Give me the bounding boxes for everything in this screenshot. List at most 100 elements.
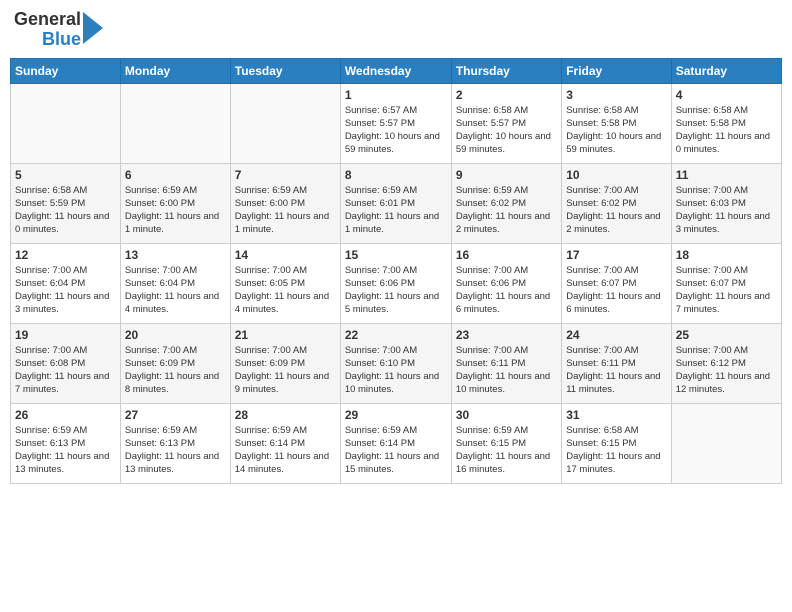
day-number: 22: [345, 328, 447, 342]
day-info: Sunrise: 6:58 AM Sunset: 5:59 PM Dayligh…: [15, 184, 116, 237]
day-number: 1: [345, 88, 447, 102]
day-number: 6: [125, 168, 226, 182]
day-info: Sunrise: 7:00 AM Sunset: 6:09 PM Dayligh…: [235, 344, 336, 397]
day-info: Sunrise: 7:00 AM Sunset: 6:08 PM Dayligh…: [15, 344, 116, 397]
calendar-cell: 11 Sunrise: 7:00 AM Sunset: 6:03 PM Dayli…: [671, 163, 781, 243]
day-info: Sunrise: 6:58 AM Sunset: 5:58 PM Dayligh…: [566, 104, 666, 157]
day-info: Sunrise: 6:59 AM Sunset: 6:15 PM Dayligh…: [456, 424, 557, 477]
weekday-header-row: SundayMondayTuesdayWednesdayThursdayFrid…: [11, 58, 782, 83]
calendar-cell: 14 Sunrise: 7:00 AM Sunset: 6:05 PM Dayli…: [230, 243, 340, 323]
day-info: Sunrise: 6:58 AM Sunset: 6:15 PM Dayligh…: [566, 424, 666, 477]
day-number: 23: [456, 328, 557, 342]
weekday-header: Tuesday: [230, 58, 340, 83]
day-info: Sunrise: 6:59 AM Sunset: 6:13 PM Dayligh…: [15, 424, 116, 477]
calendar-cell: 9 Sunrise: 6:59 AM Sunset: 6:02 PM Daylig…: [451, 163, 561, 243]
day-info: Sunrise: 7:00 AM Sunset: 6:06 PM Dayligh…: [456, 264, 557, 317]
day-number: 18: [676, 248, 777, 262]
calendar-cell: [671, 403, 781, 483]
weekday-header: Sunday: [11, 58, 121, 83]
day-info: Sunrise: 7:00 AM Sunset: 6:09 PM Dayligh…: [125, 344, 226, 397]
day-info: Sunrise: 6:59 AM Sunset: 6:02 PM Dayligh…: [456, 184, 557, 237]
calendar-cell: 20 Sunrise: 7:00 AM Sunset: 6:09 PM Dayli…: [120, 323, 230, 403]
calendar-cell: 17Sunrise: 7:00 AM Sunset: 6:07 PM Dayli…: [562, 243, 671, 323]
calendar-week-row: 1 Sunrise: 6:57 AM Sunset: 5:57 PM Daylig…: [11, 83, 782, 163]
day-info: Sunrise: 7:00 AM Sunset: 6:11 PM Dayligh…: [456, 344, 557, 397]
day-info: Sunrise: 7:00 AM Sunset: 6:05 PM Dayligh…: [235, 264, 336, 317]
day-info: Sunrise: 6:59 AM Sunset: 6:01 PM Dayligh…: [345, 184, 447, 237]
day-info: Sunrise: 6:59 AM Sunset: 6:00 PM Dayligh…: [235, 184, 336, 237]
calendar-cell: 16 Sunrise: 7:00 AM Sunset: 6:06 PM Dayli…: [451, 243, 561, 323]
day-number: 4: [676, 88, 777, 102]
day-number: 24: [566, 328, 666, 342]
day-info: Sunrise: 7:00 AM Sunset: 6:06 PM Dayligh…: [345, 264, 447, 317]
calendar-cell: 21 Sunrise: 7:00 AM Sunset: 6:09 PM Dayli…: [230, 323, 340, 403]
day-info: Sunrise: 7:00 AM Sunset: 6:10 PM Dayligh…: [345, 344, 447, 397]
day-number: 21: [235, 328, 336, 342]
day-info: Sunrise: 7:00 AM Sunset: 6:07 PM Dayligh…: [676, 264, 777, 317]
calendar-cell: 26 Sunrise: 6:59 AM Sunset: 6:13 PM Dayli…: [11, 403, 121, 483]
day-number: 30: [456, 408, 557, 422]
day-number: 17: [566, 248, 666, 262]
day-number: 10: [566, 168, 666, 182]
day-info: Sunrise: 6:59 AM Sunset: 6:14 PM Dayligh…: [345, 424, 447, 477]
day-info: Sunrise: 7:00 AM Sunset: 6:02 PM Dayligh…: [566, 184, 666, 237]
day-number: 27: [125, 408, 226, 422]
logo-icon: [83, 12, 103, 48]
calendar-cell: 22 Sunrise: 7:00 AM Sunset: 6:10 PM Dayli…: [340, 323, 451, 403]
calendar-cell: 19 Sunrise: 7:00 AM Sunset: 6:08 PM Dayli…: [11, 323, 121, 403]
day-number: 5: [15, 168, 116, 182]
weekday-header: Friday: [562, 58, 671, 83]
calendar-cell: 29Sunrise: 6:59 AM Sunset: 6:14 PM Dayli…: [340, 403, 451, 483]
page-header: General Blue: [10, 10, 782, 50]
calendar-cell: 10 Sunrise: 7:00 AM Sunset: 6:02 PM Dayli…: [562, 163, 671, 243]
calendar-cell: 6 Sunrise: 6:59 AM Sunset: 6:00 PM Daylig…: [120, 163, 230, 243]
calendar-week-row: 19 Sunrise: 7:00 AM Sunset: 6:08 PM Dayli…: [11, 323, 782, 403]
calendar-cell: [120, 83, 230, 163]
day-info: Sunrise: 6:59 AM Sunset: 6:14 PM Dayligh…: [235, 424, 336, 477]
day-number: 20: [125, 328, 226, 342]
day-info: Sunrise: 7:00 AM Sunset: 6:11 PM Dayligh…: [566, 344, 666, 397]
calendar-cell: 15 Sunrise: 7:00 AM Sunset: 6:06 PM Dayli…: [340, 243, 451, 323]
day-number: 14: [235, 248, 336, 262]
weekday-header: Thursday: [451, 58, 561, 83]
weekday-header: Monday: [120, 58, 230, 83]
day-number: 9: [456, 168, 557, 182]
calendar-cell: 25Sunrise: 7:00 AM Sunset: 6:12 PM Dayli…: [671, 323, 781, 403]
calendar-cell: 7 Sunrise: 6:59 AM Sunset: 6:00 PM Daylig…: [230, 163, 340, 243]
day-info: Sunrise: 6:58 AM Sunset: 5:57 PM Dayligh…: [456, 104, 557, 157]
calendar-cell: 1 Sunrise: 6:57 AM Sunset: 5:57 PM Daylig…: [340, 83, 451, 163]
day-number: 16: [456, 248, 557, 262]
calendar-cell: 24 Sunrise: 7:00 AM Sunset: 6:11 PM Dayli…: [562, 323, 671, 403]
day-info: Sunrise: 7:00 AM Sunset: 6:03 PM Dayligh…: [676, 184, 777, 237]
day-number: 26: [15, 408, 116, 422]
day-info: Sunrise: 6:58 AM Sunset: 5:58 PM Dayligh…: [676, 104, 777, 157]
day-info: Sunrise: 7:00 AM Sunset: 6:04 PM Dayligh…: [125, 264, 226, 317]
calendar-week-row: 5 Sunrise: 6:58 AM Sunset: 5:59 PM Daylig…: [11, 163, 782, 243]
day-number: 15: [345, 248, 447, 262]
weekday-header: Wednesday: [340, 58, 451, 83]
day-number: 11: [676, 168, 777, 182]
calendar-cell: 23 Sunrise: 7:00 AM Sunset: 6:11 PM Dayli…: [451, 323, 561, 403]
day-number: 7: [235, 168, 336, 182]
day-info: Sunrise: 6:59 AM Sunset: 6:00 PM Dayligh…: [125, 184, 226, 237]
calendar-week-row: 12 Sunrise: 7:00 AM Sunset: 6:04 PM Dayli…: [11, 243, 782, 323]
calendar-cell: 5 Sunrise: 6:58 AM Sunset: 5:59 PM Daylig…: [11, 163, 121, 243]
day-number: 31: [566, 408, 666, 422]
day-info: Sunrise: 7:00 AM Sunset: 6:04 PM Dayligh…: [15, 264, 116, 317]
calendar-cell: 2 Sunrise: 6:58 AM Sunset: 5:57 PM Daylig…: [451, 83, 561, 163]
calendar-cell: 27Sunrise: 6:59 AM Sunset: 6:13 PM Dayli…: [120, 403, 230, 483]
day-number: 2: [456, 88, 557, 102]
logo-general: General: [14, 10, 81, 30]
calendar-cell: 30 Sunrise: 6:59 AM Sunset: 6:15 PM Dayli…: [451, 403, 561, 483]
calendar-cell: [11, 83, 121, 163]
day-number: 19: [15, 328, 116, 342]
calendar-cell: 18 Sunrise: 7:00 AM Sunset: 6:07 PM Dayli…: [671, 243, 781, 323]
logo-blue: Blue: [42, 30, 81, 50]
calendar-cell: 28Sunrise: 6:59 AM Sunset: 6:14 PM Dayli…: [230, 403, 340, 483]
logo: General Blue: [14, 10, 103, 50]
calendar-cell: 12 Sunrise: 7:00 AM Sunset: 6:04 PM Dayli…: [11, 243, 121, 323]
day-info: Sunrise: 6:57 AM Sunset: 5:57 PM Dayligh…: [345, 104, 447, 157]
day-number: 8: [345, 168, 447, 182]
day-number: 12: [15, 248, 116, 262]
calendar-cell: 8 Sunrise: 6:59 AM Sunset: 6:01 PM Daylig…: [340, 163, 451, 243]
